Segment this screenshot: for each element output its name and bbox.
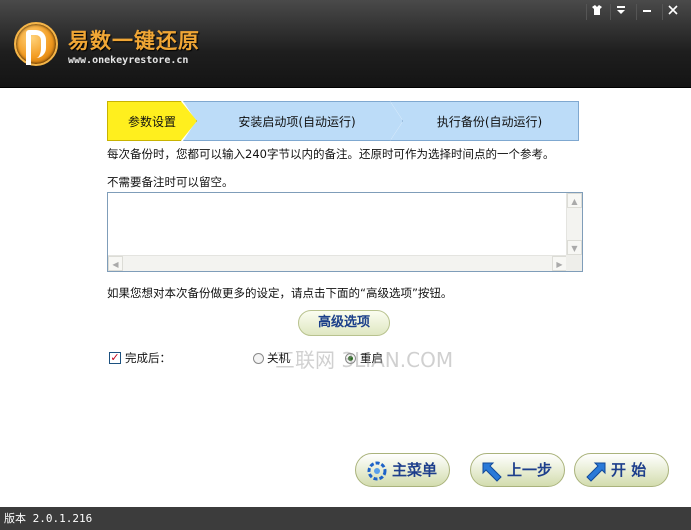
start-label: 开 始	[611, 461, 647, 479]
scroll-up-icon[interactable]: ▲	[567, 193, 582, 208]
app-url: www.onekeyrestore.cn	[68, 55, 189, 66]
advanced-options-button[interactable]: 高级选项	[298, 310, 390, 336]
arrow-forward-icon	[585, 460, 607, 482]
app-logo-icon	[14, 22, 58, 66]
title-bar: 易数一键还原 www.onekeyrestore.cn	[0, 0, 691, 88]
step-indicator: 安装启动项(自动运行) 执行备份(自动运行) 参数设置	[107, 101, 579, 141]
previous-step-button[interactable]: 上一步	[470, 453, 565, 487]
scroll-down-icon[interactable]: ▼	[567, 240, 582, 255]
vertical-scrollbar[interactable]: ▲ ▼	[566, 193, 582, 256]
on-complete-label: 完成后：	[125, 351, 171, 365]
scroll-left-icon[interactable]: ◀	[108, 256, 123, 271]
shutdown-radio[interactable]	[253, 353, 264, 364]
advanced-hint: 如果您想对本次备份做更多的设定，请点击下面的“高级选项”按钮。	[107, 286, 453, 300]
note-hint: 每次备份时，您都可以输入240字节以内的备注。还原时可作为选择时间点的一个参考。	[107, 147, 555, 161]
step-execute-backup: 执行备份(自动运行)	[390, 101, 579, 141]
status-bar: 版本 2.0.1.216	[0, 507, 691, 530]
skin-icon[interactable]	[586, 4, 606, 20]
restart-label: 重启	[360, 351, 383, 365]
main-menu-label: 主菜单	[392, 461, 438, 479]
arrow-back-icon	[481, 460, 503, 482]
close-icon[interactable]	[662, 4, 682, 20]
app-title: 易数一键还原	[68, 29, 200, 53]
shutdown-label: 关机	[267, 351, 290, 365]
scroll-corner	[566, 255, 582, 271]
menu-icon[interactable]	[610, 4, 630, 20]
on-complete-checkbox[interactable]: ✓	[109, 352, 121, 364]
empty-hint: 不需要备注时可以留空。	[107, 175, 234, 189]
main-menu-button[interactable]: 主菜单	[355, 453, 450, 487]
refresh-icon	[366, 460, 388, 482]
version-label: 版本 2.0.1.216	[4, 512, 93, 525]
backup-note-input[interactable]: ▲ ▼ ◀ ▶	[107, 192, 583, 272]
previous-step-label: 上一步	[507, 461, 553, 479]
minimize-icon[interactable]	[636, 4, 656, 20]
start-button[interactable]: 开 始	[574, 453, 669, 487]
step-install-startup: 安装启动项(自动运行)	[183, 101, 403, 141]
horizontal-scrollbar[interactable]: ◀ ▶	[108, 255, 567, 271]
scroll-right-icon[interactable]: ▶	[552, 256, 567, 271]
restart-radio[interactable]	[345, 353, 356, 364]
step-parameters: 参数设置	[107, 101, 197, 141]
